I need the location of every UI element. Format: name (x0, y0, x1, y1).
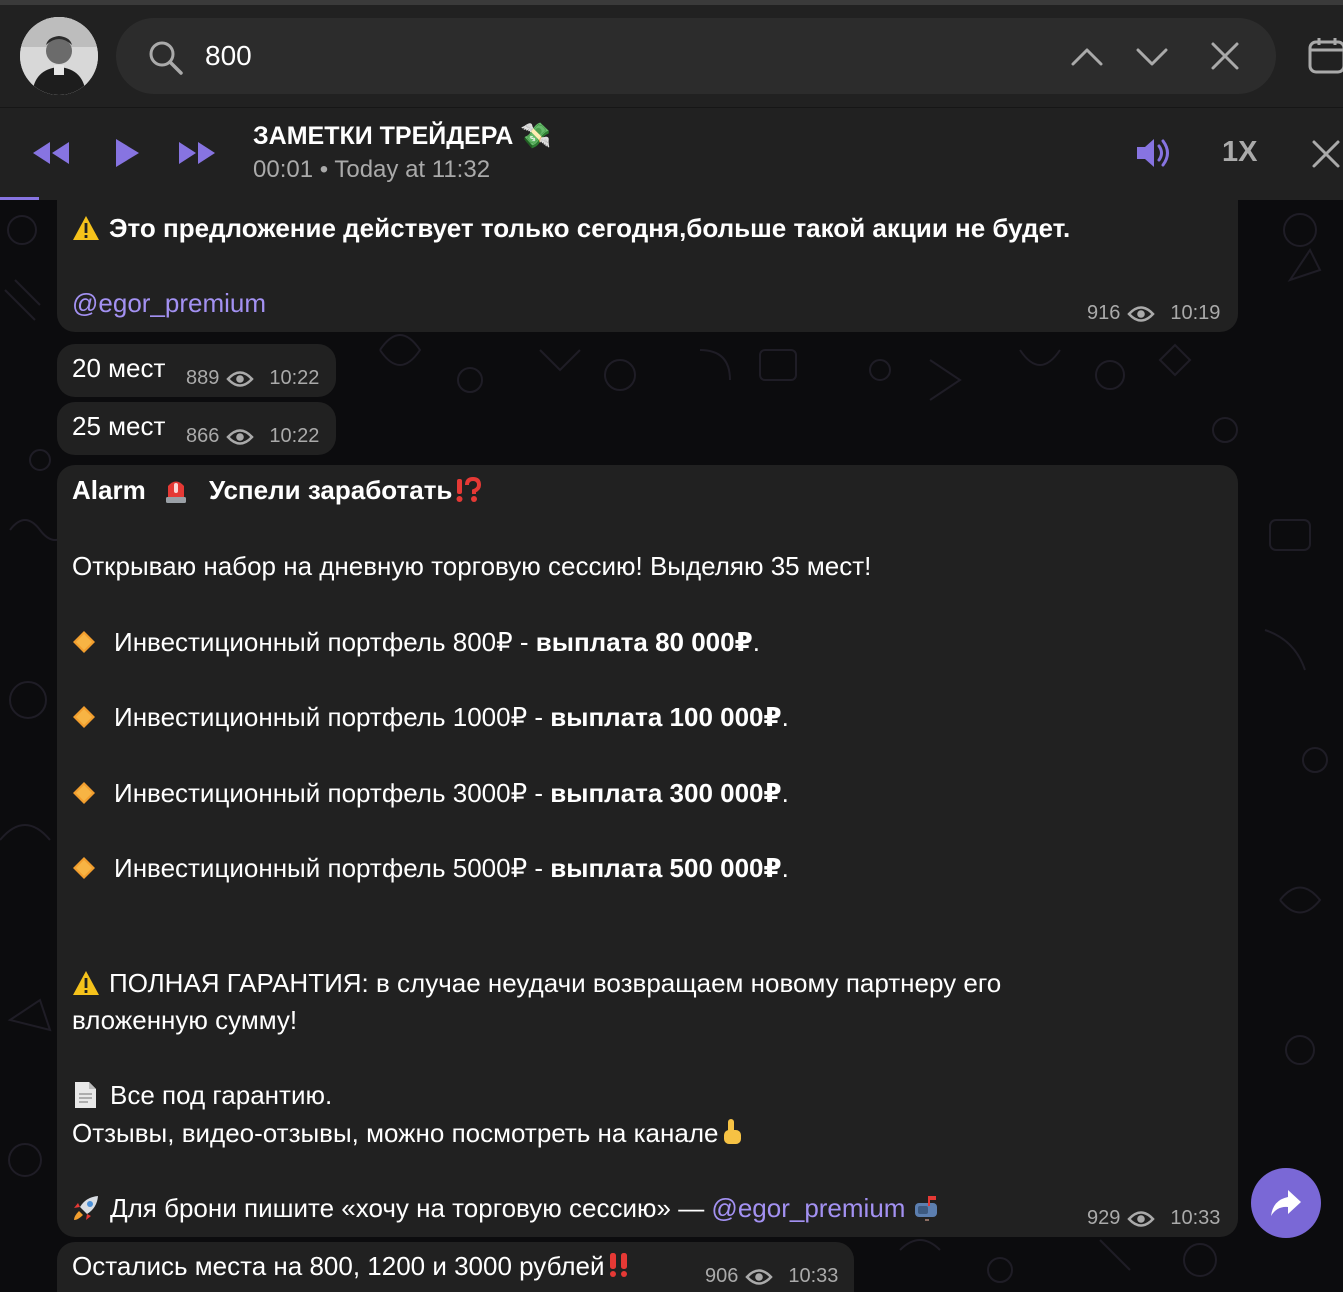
offer-item-payout: выплата 100 000₽ (550, 702, 782, 732)
playback-speed-button[interactable]: 1X (1222, 136, 1257, 169)
offer-item-text: Инвестиционный портфель 5000₽ - (114, 853, 551, 883)
message-meta: 916 10:19 (1087, 302, 1220, 325)
eye-icon (226, 370, 255, 387)
view-count: 889 (186, 367, 220, 389)
search-icon (149, 41, 183, 75)
message-meta: 906 10:33 (705, 1265, 838, 1288)
search-input[interactable] (205, 36, 805, 76)
offer-item-end: . (781, 778, 789, 808)
pointing-up-icon (724, 1119, 742, 1144)
offer-item-end: . (752, 627, 760, 657)
channel-link[interactable]: @egor_premium (711, 1193, 905, 1223)
message-time: 10:33 (1170, 1207, 1221, 1229)
offer-item-payout: выплата 300 000₽ (550, 778, 782, 808)
headline-text: Успели заработать (208, 475, 453, 505)
message-text-line: Это предложение действует только сегодня… (72, 213, 1070, 244)
eye-icon (1127, 1210, 1156, 1227)
track-subtitle: 00:01 • Today at 11:32 (253, 156, 491, 183)
close-player-icon[interactable] (1310, 138, 1342, 170)
offer-item-payout: выплата 80 000₽ (535, 627, 753, 657)
offer-item: Инвестиционный портфель 5000₽ - выплата … (72, 853, 789, 884)
message-time: 10:22 (269, 425, 320, 447)
avatar[interactable] (20, 17, 98, 95)
guarantee-text: ПОЛНАЯ ГАРАНТИЯ: в случае неудачи возвра… (109, 968, 1002, 998)
message-text: 20 мест (72, 353, 166, 383)
view-count: 916 (1087, 302, 1121, 324)
message-text: 25 мест (72, 411, 166, 441)
view-count: 866 (186, 425, 220, 447)
message-line: Остались места на 800, 1200 и 3000 рубле… (72, 1251, 632, 1282)
orange-diamond-icon (73, 857, 95, 879)
document-icon (75, 1082, 96, 1108)
warning-icon (73, 971, 99, 995)
forward-button[interactable] (1251, 1168, 1321, 1238)
reviews-text: Отзывы, видео-отзывы, можно посмотреть н… (72, 1118, 719, 1148)
calendar-icon[interactable] (1304, 36, 1343, 76)
message-time: 10:33 (788, 1265, 839, 1287)
alarm-headline: Alarm Успели заработать (72, 475, 482, 506)
offer-item: Инвестиционный портфель 1000₽ - выплата … (72, 702, 789, 733)
offer-item-end: . (781, 702, 789, 732)
offer-item: Инвестиционный портфель 3000₽ - выплата … (72, 778, 789, 809)
play-icon[interactable] (112, 136, 142, 170)
guarantee-text-cont: вложенную сумму! (72, 1005, 298, 1035)
rewind-icon[interactable] (30, 138, 72, 168)
view-count: 929 (1087, 1207, 1121, 1229)
message-time: 10:22 (269, 367, 320, 389)
booking-text: Для брони пишите «хочу на торговую сесси… (110, 1193, 712, 1223)
close-icon[interactable] (1205, 36, 1245, 76)
view-count: 906 (705, 1265, 739, 1287)
message-meta: 866 10:22 (186, 425, 319, 448)
message-time: 10:19 (1170, 302, 1221, 324)
forward-arrow-icon (1271, 1190, 1301, 1216)
message-meta: 929 10:33 (1087, 1207, 1220, 1230)
booking-line: Для брони пишите «хочу на торговую сесси… (72, 1193, 941, 1224)
offer-item-payout: выплата 500 000₽ (550, 853, 782, 883)
guarantee-line: ПОЛНАЯ ГАРАНТИЯ: в случае неудачи возвра… (72, 968, 1001, 999)
volume-icon[interactable] (1134, 136, 1174, 170)
offer-item-text: Инвестиционный портфель 1000₽ - (114, 702, 551, 732)
message-meta: 889 10:22 (186, 367, 319, 390)
exclamation-question-icon (456, 477, 482, 502)
double-exclamation-icon (610, 1253, 628, 1277)
eye-icon (1127, 305, 1156, 322)
eye-icon (745, 1268, 774, 1285)
rocket-icon (74, 1196, 98, 1220)
intro-text: Открываю набор на дневную торговую сесси… (72, 551, 872, 581)
offer-item-end: . (781, 853, 789, 883)
eye-icon (226, 428, 255, 445)
orange-diamond-icon (73, 706, 95, 728)
chevron-down-icon[interactable] (1132, 36, 1172, 76)
offer-item: Инвестиционный портфель 800₽ - выплата 8… (72, 627, 760, 658)
offer-item-text: Инвестиционный портфель 3000₽ - (114, 778, 551, 808)
orange-diamond-icon (73, 782, 95, 804)
channel-link[interactable]: @egor_premium (72, 288, 266, 319)
warning-icon (73, 216, 99, 240)
document-line: Все под гарантию. (72, 1080, 332, 1111)
chevron-up-icon[interactable] (1067, 36, 1107, 76)
mailbox-icon (915, 1196, 938, 1221)
offer-item-text: Инвестиционный портфель 800₽ - (114, 627, 536, 657)
offer-text: Это предложение действует только сегодня… (109, 213, 1071, 243)
message-text: Остались места на 800, 1200 и 3000 рубле… (72, 1251, 605, 1281)
siren-icon (165, 481, 186, 503)
fast-forward-icon[interactable] (176, 138, 218, 168)
reviews-line: Отзывы, видео-отзывы, можно посмотреть н… (72, 1118, 744, 1149)
alarm-label: Alarm (72, 475, 146, 505)
track-title[interactable]: ЗАМЕТКИ ТРЕЙДЕРА 💸 (253, 122, 551, 151)
orange-diamond-icon (73, 631, 95, 653)
window-top-edge (0, 0, 1343, 5)
document-text: Все под гарантию. (110, 1080, 333, 1110)
